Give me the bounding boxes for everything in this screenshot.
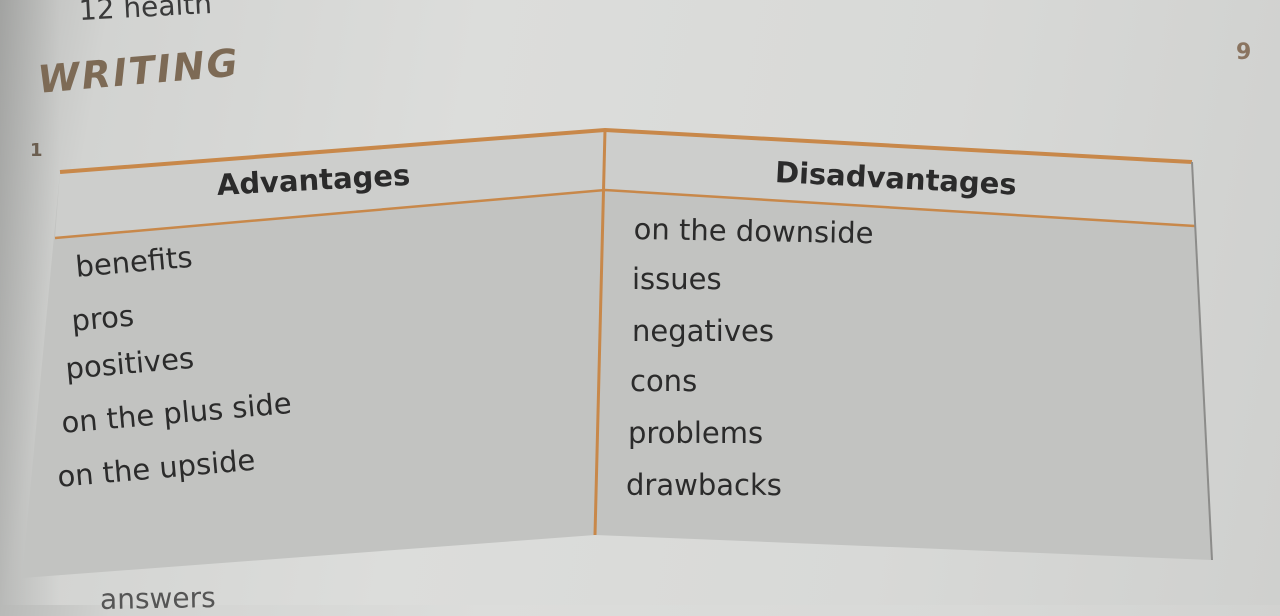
disadvantage-item: issues <box>632 262 722 296</box>
disadvantage-item: problems <box>628 416 764 450</box>
disadvantage-item: cons <box>630 364 698 398</box>
bottom-cut-text: answers <box>99 580 216 616</box>
disadvantage-item: negatives <box>632 314 774 348</box>
vocabulary-table <box>22 127 1213 578</box>
disadvantage-item: drawbacks <box>626 468 782 502</box>
disadvantage-item: on the downside <box>633 212 874 251</box>
advantage-item: pros <box>70 298 136 338</box>
